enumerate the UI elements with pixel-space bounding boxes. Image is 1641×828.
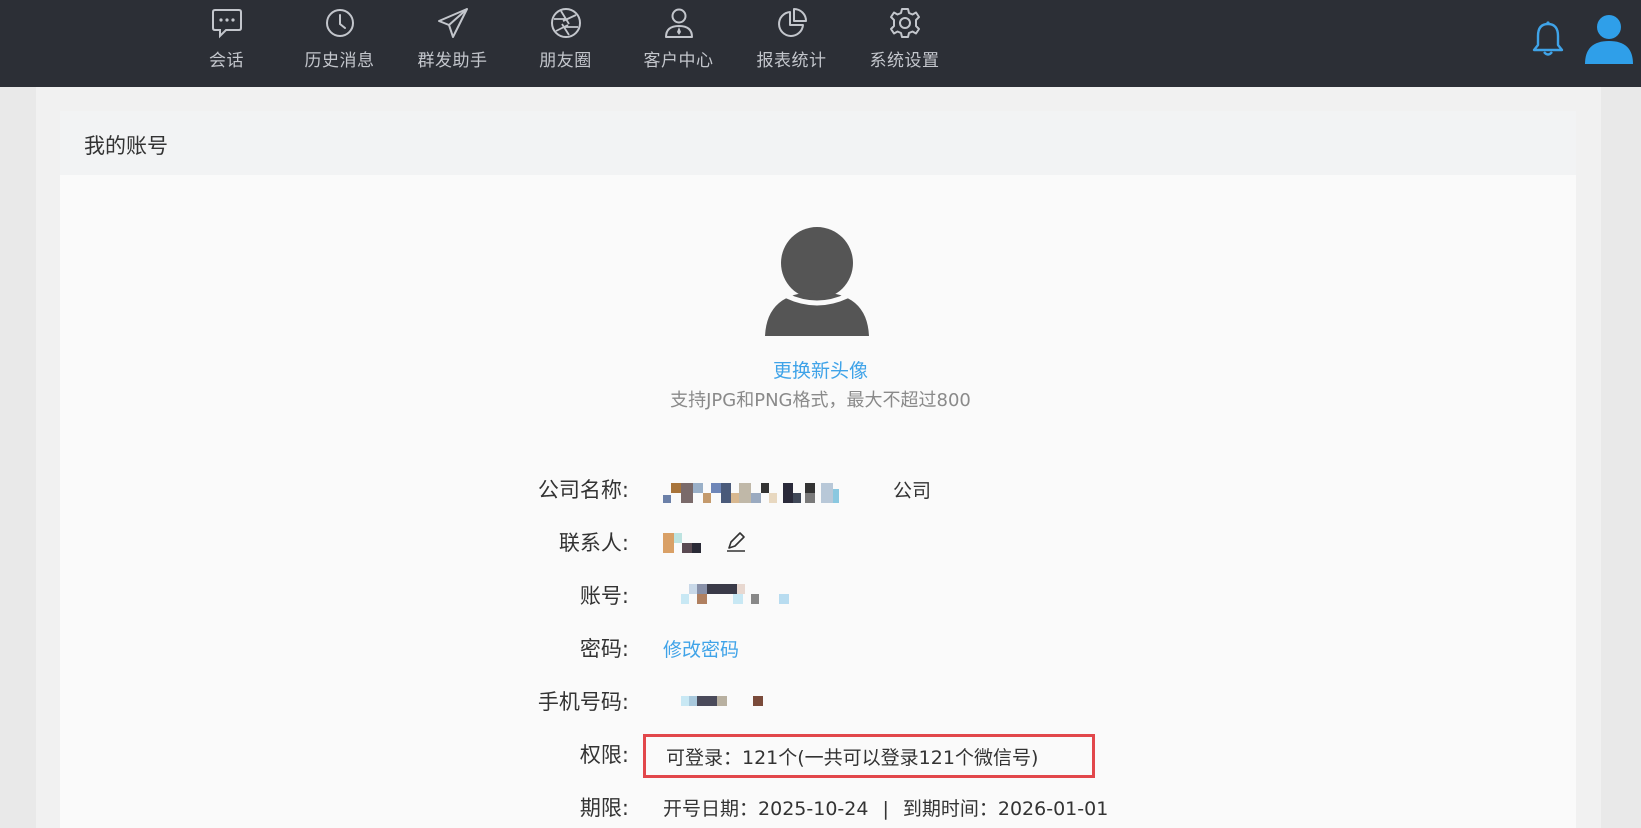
nav-item-customers[interactable]: 客户中心 — [622, 0, 735, 87]
company-suffix: 公司 — [893, 480, 932, 502]
card-header: 我的账号 — [60, 111, 1576, 175]
paper-plane-icon — [437, 8, 468, 38]
nav-label: 朋友圈 — [539, 51, 592, 71]
person-tie-icon — [664, 8, 693, 38]
end-date-label: 到期时间： — [902, 798, 998, 820]
redacted-text — [663, 533, 701, 553]
field-period: 期限: 开号日期：2025-10-24 | 到期时间：2026-01-01 — [0, 792, 1641, 828]
aperture-icon — [550, 8, 581, 38]
field-permission: 权限: 可登录：121个(一共可以登录121个微信号) — [0, 734, 1641, 778]
phone-value — [663, 688, 773, 712]
field-label: 密码: — [579, 637, 629, 661]
field-label: 手机号码: — [537, 690, 629, 714]
account-value — [663, 582, 793, 606]
main-nav: 会话 历史消息 群发助手 朋友圈 客户中心 报表统计 系统设置 — [170, 0, 961, 87]
nav-label: 客户中心 — [643, 51, 714, 71]
nav-item-history[interactable]: 历史消息 — [283, 0, 396, 87]
period-separator: | — [882, 798, 889, 820]
nav-item-moments[interactable]: 朋友圈 — [509, 0, 622, 87]
nav-item-settings[interactable]: 系统设置 — [848, 0, 961, 87]
start-date-label: 开号日期： — [663, 798, 759, 820]
field-label: 公司名称: — [537, 478, 629, 502]
field-label: 期限: — [579, 796, 629, 820]
nav-item-reports[interactable]: 报表统计 — [735, 0, 848, 87]
nav-item-chat[interactable]: 会话 — [170, 0, 283, 87]
field-company: 公司名称: 公司 — [0, 474, 1641, 510]
nav-label: 报表统计 — [756, 51, 827, 71]
chat-icon — [211, 9, 242, 39]
bell-icon[interactable] — [1530, 20, 1566, 58]
nav-label: 群发助手 — [417, 51, 488, 71]
field-phone: 手机号码: — [0, 686, 1641, 722]
nav-label: 历史消息 — [304, 51, 375, 71]
permission-value: 可登录：121个(一共可以登录121个微信号) — [666, 747, 1039, 769]
period-value: 开号日期：2025-10-24 | 到期时间：2026-01-01 — [663, 794, 1108, 821]
nav-label: 会话 — [209, 51, 244, 71]
profile-avatar — [765, 227, 869, 336]
nav-label: 系统设置 — [869, 51, 940, 71]
pie-chart-icon — [777, 8, 807, 37]
nav-item-broadcast[interactable]: 群发助手 — [396, 0, 509, 87]
field-account: 账号: — [0, 580, 1641, 616]
permission-highlight-box: 可登录：121个(一共可以登录121个微信号) — [643, 734, 1095, 778]
page-title: 我的账号 — [84, 134, 168, 158]
clock-icon — [325, 9, 354, 37]
change-password-link[interactable]: 修改密码 — [663, 635, 739, 662]
start-date: 2025-10-24 — [758, 798, 869, 820]
redacted-text — [681, 584, 789, 604]
field-label: 权限: — [579, 743, 629, 767]
field-label: 联系人: — [558, 531, 629, 555]
gear-icon — [889, 8, 920, 38]
field-contact: 联系人: — [0, 527, 1641, 563]
top-navigation-bar: 会话 历史消息 群发助手 朋友圈 客户中心 报表统计 系统设置 — [0, 0, 1641, 87]
avatar-format-hint: 支持JPG和PNG格式，最大不超过800 — [670, 390, 971, 411]
end-date: 2026-01-01 — [997, 798, 1109, 820]
edit-icon[interactable] — [725, 531, 747, 553]
redacted-text — [681, 696, 763, 706]
contact-value — [663, 529, 723, 553]
field-label: 账号: — [579, 584, 629, 608]
redacted-text — [663, 482, 839, 503]
field-password: 密码: 修改密码 — [0, 633, 1641, 669]
change-avatar-link[interactable]: 更换新头像 — [0, 356, 1641, 383]
user-avatar-icon[interactable] — [1583, 12, 1635, 64]
company-value: 公司 — [663, 476, 931, 505]
